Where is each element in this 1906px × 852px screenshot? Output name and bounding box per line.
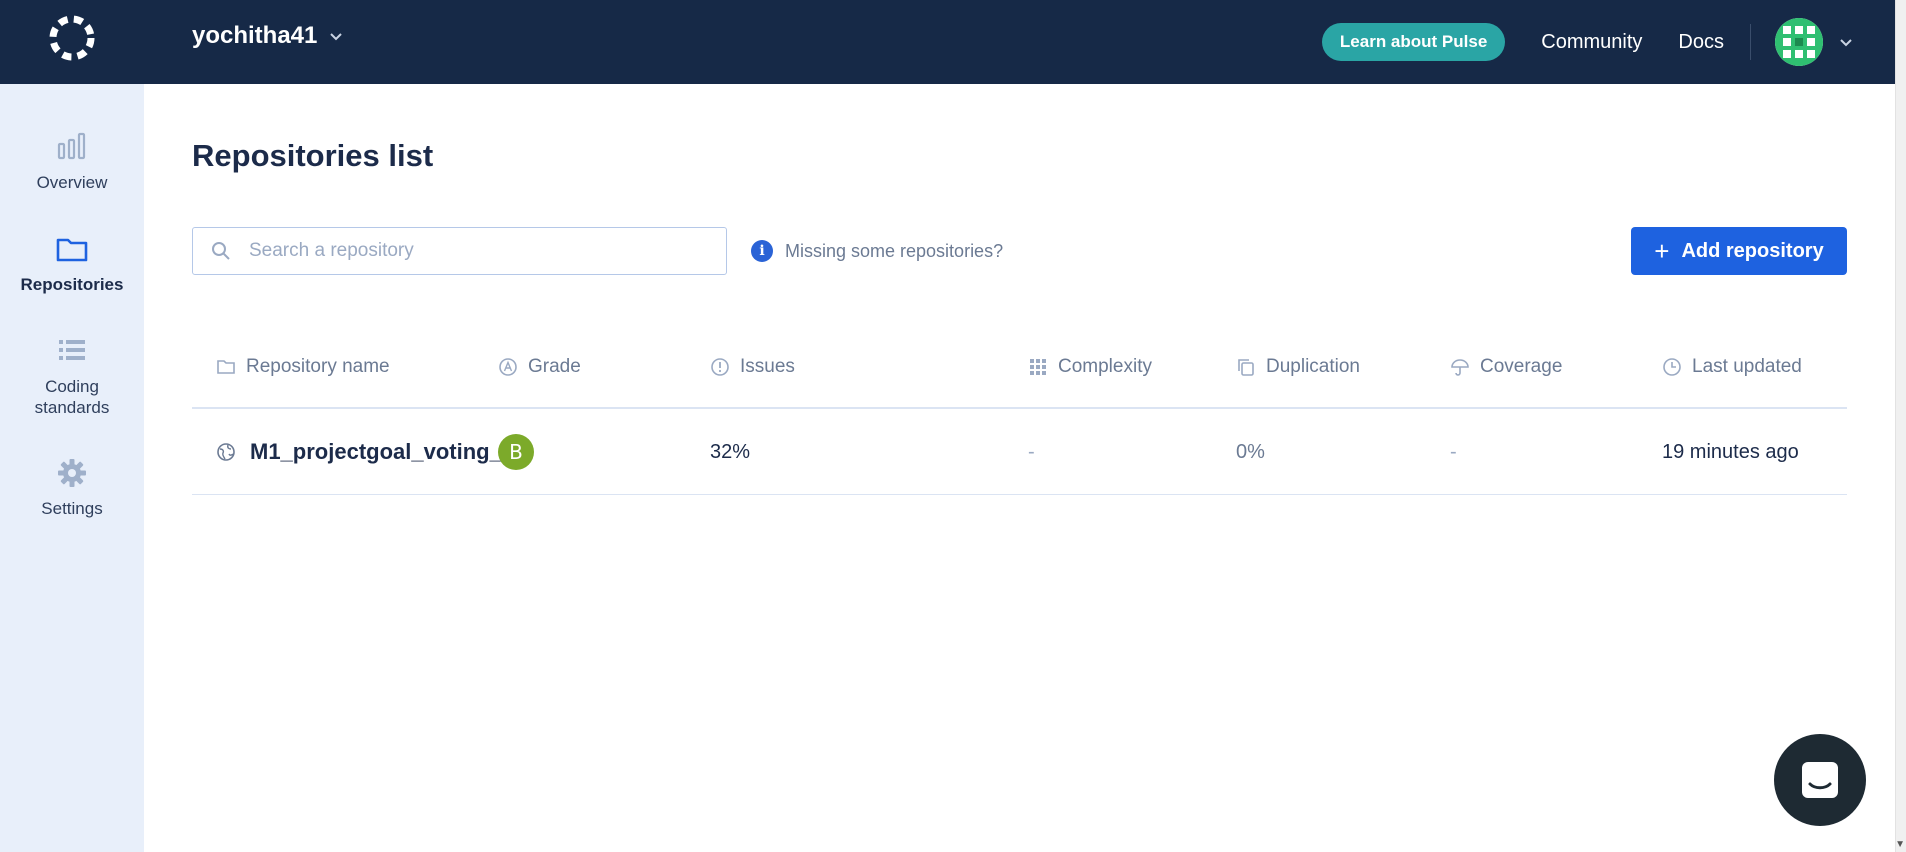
- column-header-complexity[interactable]: Complexity: [1028, 356, 1152, 378]
- gear-icon: [58, 459, 86, 487]
- docs-link[interactable]: Docs: [1678, 31, 1724, 54]
- account-menu-chevron-icon[interactable]: [1837, 33, 1855, 51]
- issues-cell: 32%: [710, 440, 751, 463]
- chat-icon: [1802, 762, 1838, 798]
- missing-repositories-link[interactable]: i Missing some repositories?: [751, 240, 1003, 262]
- search-input[interactable]: [249, 240, 719, 262]
- sidebar-item-repositories[interactable]: Repositories: [0, 232, 144, 295]
- add-repository-button[interactable]: + Add repository: [1631, 227, 1847, 275]
- top-right-actions: Learn about Pulse Community Docs: [1321, 0, 1855, 84]
- table-row[interactable]: M1_projectgoal_voting_… B 32% - 0% - 19 …: [192, 409, 1847, 495]
- grade-cell: B: [498, 409, 534, 495]
- sidebar-item-overview[interactable]: Overview: [0, 130, 144, 193]
- community-link[interactable]: Community: [1541, 31, 1642, 54]
- duplication-cell: 0%: [1236, 440, 1265, 463]
- coverage-cell: -: [1450, 440, 1457, 463]
- last-updated-cell: 19 minutes ago: [1662, 440, 1799, 463]
- column-label: Repository name: [246, 356, 390, 377]
- scroll-down-arrow-icon[interactable]: ▼: [1895, 839, 1905, 850]
- learn-about-pulse-button[interactable]: Learn about Pulse: [1321, 23, 1506, 61]
- column-label: Coverage: [1480, 356, 1563, 377]
- codacy-logo-icon[interactable]: [46, 12, 98, 64]
- table-header: Repository name Grade Issues Complexity …: [192, 340, 1847, 409]
- organization-switcher[interactable]: yochitha41: [192, 22, 345, 50]
- page-title: Repositories list: [192, 138, 434, 173]
- repository-name-cell[interactable]: M1_projectgoal_voting_…: [216, 409, 524, 495]
- column-label: Last updated: [1692, 356, 1802, 377]
- plus-icon: +: [1654, 236, 1670, 266]
- page-scrollbar[interactable]: ▼: [1895, 0, 1906, 852]
- repository-name: M1_projectgoal_voting_…: [250, 439, 524, 464]
- user-avatar[interactable]: [1775, 18, 1823, 66]
- sidebar-item-label: Settings: [41, 499, 103, 518]
- column-header-last-updated[interactable]: Last updated: [1662, 356, 1802, 378]
- list-icon: [59, 340, 85, 360]
- sidebar-item-settings[interactable]: Settings: [0, 456, 144, 519]
- column-header-duplication[interactable]: Duplication: [1236, 356, 1360, 378]
- column-label: Grade: [528, 356, 581, 377]
- folder-icon: [56, 238, 88, 262]
- add-repository-label: Add repository: [1681, 239, 1824, 262]
- bar-chart-icon: [57, 132, 86, 160]
- grade-icon: [499, 358, 517, 376]
- grid-dots-icon: [1030, 359, 1046, 375]
- column-label: Duplication: [1266, 356, 1360, 377]
- info-icon: i: [751, 240, 773, 262]
- complexity-cell: -: [1028, 440, 1035, 463]
- sidebar-item-coding-standards[interactable]: Coding standards: [0, 334, 144, 418]
- column-header-coverage[interactable]: Coverage: [1450, 356, 1562, 378]
- top-navigation-bar: yochitha41 Learn about Pulse Community D…: [0, 0, 1895, 84]
- folder-icon: [217, 360, 235, 374]
- organization-name: yochitha41: [192, 22, 318, 49]
- column-label: Complexity: [1058, 356, 1152, 377]
- sidebar-item-label: Coding standards: [34, 377, 110, 417]
- missing-repositories-text: Missing some repositories?: [785, 240, 1004, 261]
- umbrella-icon: [1451, 359, 1469, 376]
- column-header-issues[interactable]: Issues: [710, 356, 795, 378]
- sidebar-item-label: Repositories: [20, 275, 124, 294]
- copy-icon: [1238, 359, 1254, 376]
- chevron-down-icon: [330, 33, 343, 41]
- sidebar-item-label: Overview: [36, 173, 108, 192]
- grade-badge: B: [498, 434, 534, 470]
- chat-launcher-button[interactable]: [1774, 734, 1866, 826]
- sidebar: Overview Repositories Coding standards S…: [0, 84, 144, 852]
- search-box[interactable]: [192, 227, 727, 275]
- globe-icon: [217, 443, 235, 461]
- header-divider: [1750, 24, 1751, 60]
- repositories-table: Repository name Grade Issues Complexity …: [192, 340, 1847, 495]
- clock-icon: [1663, 358, 1681, 376]
- column-label: Issues: [740, 356, 795, 377]
- search-icon: [212, 242, 230, 260]
- column-header-repository-name[interactable]: Repository name: [216, 356, 390, 378]
- avatar-pattern-icon: [1775, 18, 1823, 66]
- alert-circle-icon: [711, 358, 729, 376]
- column-header-grade[interactable]: Grade: [498, 356, 581, 378]
